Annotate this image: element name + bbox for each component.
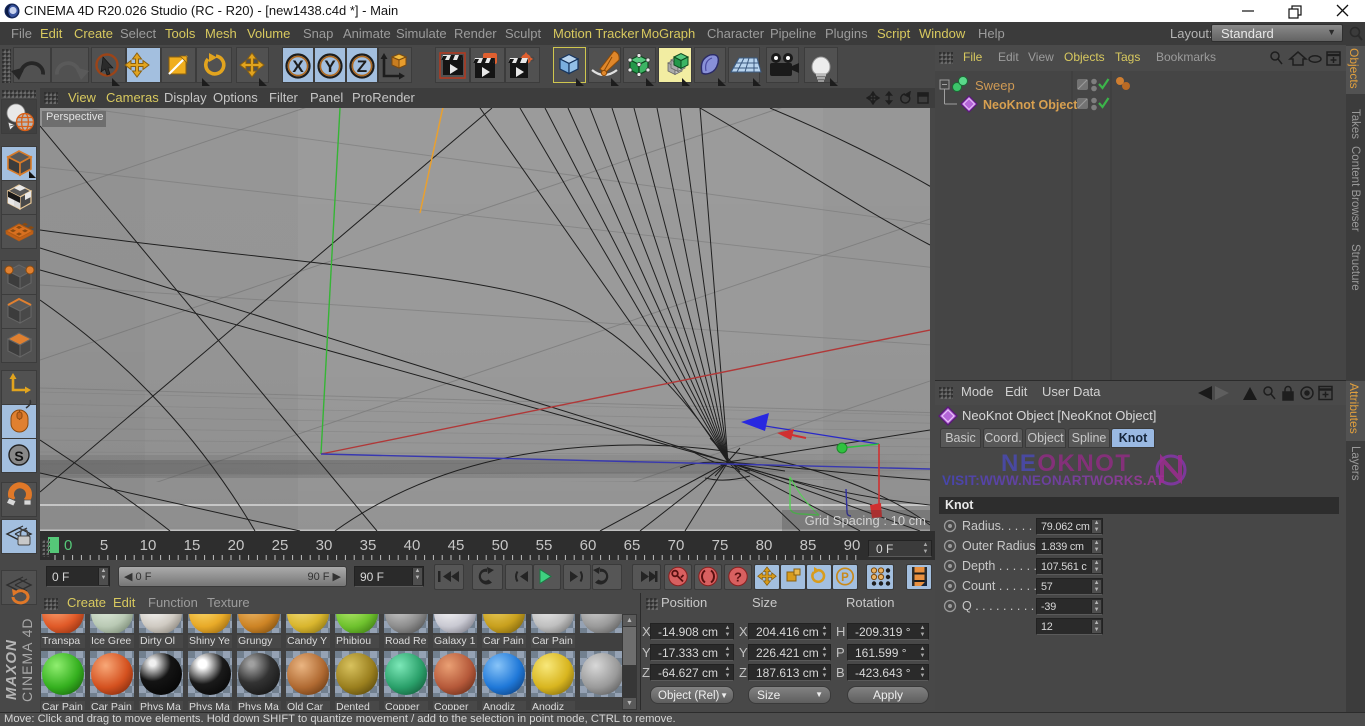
svg-text:35: 35 — [360, 537, 377, 554]
svg-text:70: 70 — [668, 537, 685, 554]
svg-text:Y: Y — [324, 57, 336, 76]
svg-text:Radius. . . . . .: Radius. . . . . . — [962, 519, 1039, 533]
svg-text:85: 85 — [800, 537, 817, 554]
svg-text:15: 15 — [184, 537, 201, 554]
svg-text:5: 5 — [100, 537, 108, 554]
svg-text:X: X — [292, 57, 304, 76]
svg-text:55: 55 — [536, 537, 553, 554]
svg-text:50: 50 — [492, 537, 509, 554]
svg-text:Q . . . . . . . . . .: Q . . . . . . . . . . — [962, 599, 1041, 613]
svg-text:NeoKnot Object: NeoKnot Object — [983, 98, 1078, 112]
svg-text:0: 0 — [64, 537, 72, 554]
svg-text:S: S — [14, 448, 23, 464]
svg-text:90: 90 — [844, 537, 861, 554]
svg-text:75: 75 — [712, 537, 729, 554]
svg-text:Depth . . . . . .: Depth . . . . . . — [962, 559, 1037, 573]
svg-text:80: 80 — [756, 537, 773, 554]
svg-text:30: 30 — [316, 537, 333, 554]
svg-text:65: 65 — [624, 537, 641, 554]
svg-text:Outer Radius: Outer Radius — [962, 539, 1036, 553]
svg-text:40: 40 — [404, 537, 421, 554]
svg-text:Grid Spacing : 10 cm: Grid Spacing : 10 cm — [805, 513, 926, 528]
svg-text:Sweep: Sweep — [975, 78, 1015, 93]
svg-text:Z: Z — [357, 57, 367, 76]
svg-text:P: P — [841, 572, 849, 584]
svg-text:60: 60 — [580, 537, 597, 554]
svg-text:?: ? — [734, 570, 742, 585]
svg-text:Count . . . . . .: Count . . . . . . — [962, 579, 1037, 593]
svg-text:45: 45 — [448, 537, 465, 554]
svg-text:10: 10 — [140, 537, 157, 554]
svg-text:20: 20 — [228, 537, 245, 554]
svg-text:25: 25 — [272, 537, 289, 554]
